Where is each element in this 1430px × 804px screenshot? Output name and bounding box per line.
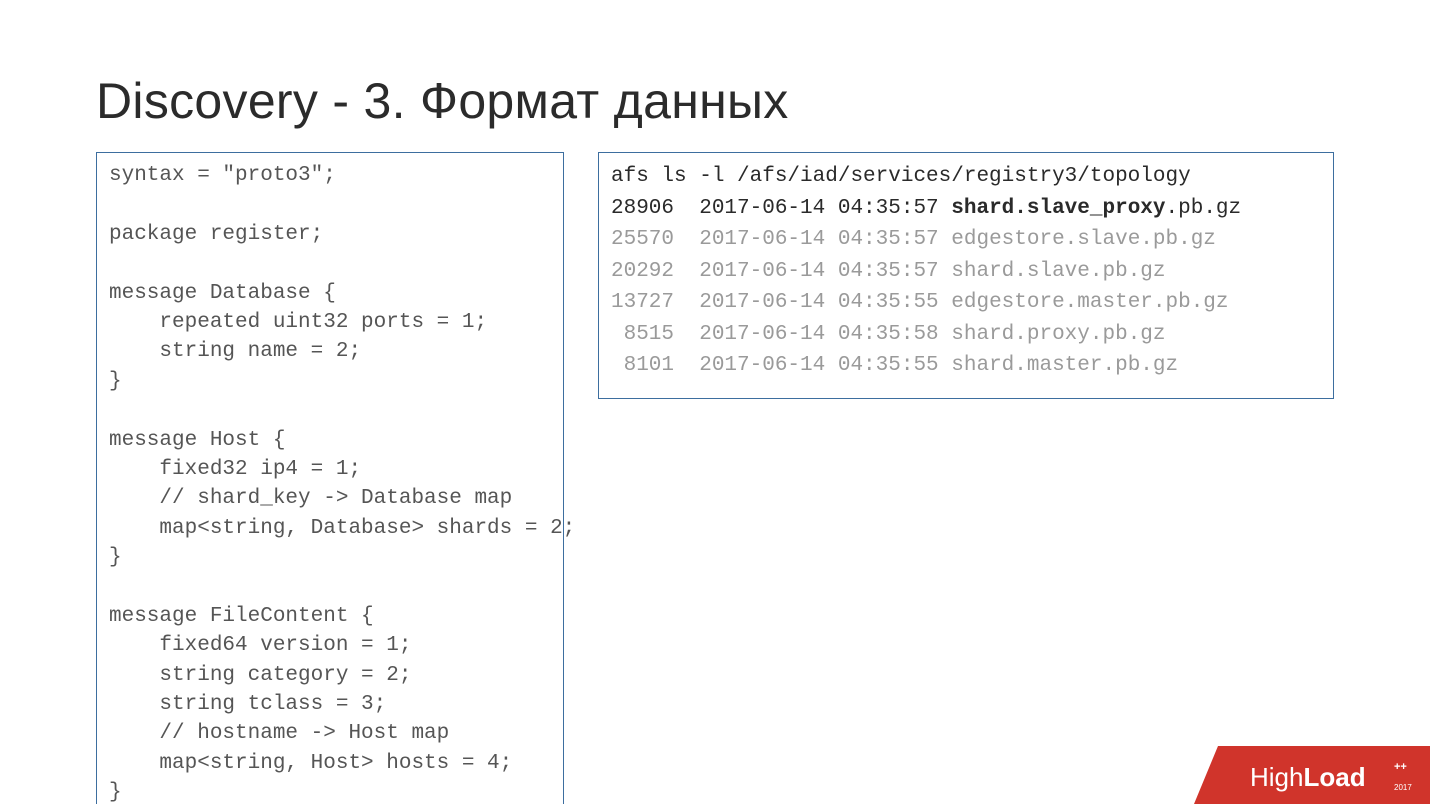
file-date: 2017-06-14 04:35:55 (674, 354, 951, 377)
content-panels: syntax = "proto3"; package register; mes… (96, 152, 1334, 804)
highload-logo: HighLoad ++ 2017 (1194, 746, 1430, 804)
logo-brand-right: Load (1303, 762, 1365, 792)
file-name: shard.proxy.pb.gz (951, 323, 1165, 346)
ls-row: 13727 2017-06-14 04:35:55 edgestore.mast… (611, 287, 1321, 319)
file-name: shard.slave.pb.gz (951, 260, 1165, 283)
file-date: 2017-06-14 04:35:57 (674, 197, 951, 220)
file-date: 2017-06-14 04:35:55 (674, 291, 951, 314)
ls-row: 25570 2017-06-14 04:35:57 edgestore.slav… (611, 224, 1321, 256)
ls-command: afs ls -l /afs/iad/services/registry3/to… (611, 161, 1321, 193)
file-size: 28906 (611, 197, 674, 220)
file-name: shard.slave_proxy (951, 197, 1165, 220)
file-name: edgestore.slave.pb.gz (951, 228, 1216, 251)
file-date: 2017-06-14 04:35:57 (674, 228, 951, 251)
logo-brand-left: High (1250, 762, 1303, 792)
proto-panel: syntax = "proto3"; package register; mes… (96, 152, 564, 804)
ls-row: 20292 2017-06-14 04:35:57 shard.slave.pb… (611, 256, 1321, 288)
ls-row: 28906 2017-06-14 04:35:57 shard.slave_pr… (611, 193, 1321, 225)
slide: Discovery - 3. Формат данных syntax = "p… (0, 0, 1430, 804)
file-size: 20292 (611, 260, 674, 283)
file-size: 25570 (611, 228, 674, 251)
file-name: edgestore.master.pb.gz (951, 291, 1228, 314)
file-name-suffix: .pb.gz (1166, 197, 1242, 220)
listing-panel: afs ls -l /afs/iad/services/registry3/to… (598, 152, 1334, 399)
ls-row: 8101 2017-06-14 04:35:55 shard.master.pb… (611, 350, 1321, 382)
file-size: 8101 (611, 354, 674, 377)
file-size: 13727 (611, 291, 674, 314)
file-date: 2017-06-14 04:35:58 (674, 323, 951, 346)
file-size: 8515 (611, 323, 674, 346)
file-date: 2017-06-14 04:35:57 (674, 260, 951, 283)
logo-plus: ++ (1394, 761, 1407, 773)
slide-title: Discovery - 3. Формат данных (96, 72, 1334, 130)
ls-row: 8515 2017-06-14 04:35:58 shard.proxy.pb.… (611, 319, 1321, 351)
proto-code-block: syntax = "proto3"; package register; mes… (109, 161, 551, 804)
ls-rows: 28906 2017-06-14 04:35:57 shard.slave_pr… (611, 193, 1321, 382)
file-name: shard.master.pb.gz (951, 354, 1178, 377)
logo-year: 2017 (1394, 783, 1412, 792)
svg-text:HighLoad: HighLoad (1250, 762, 1366, 792)
